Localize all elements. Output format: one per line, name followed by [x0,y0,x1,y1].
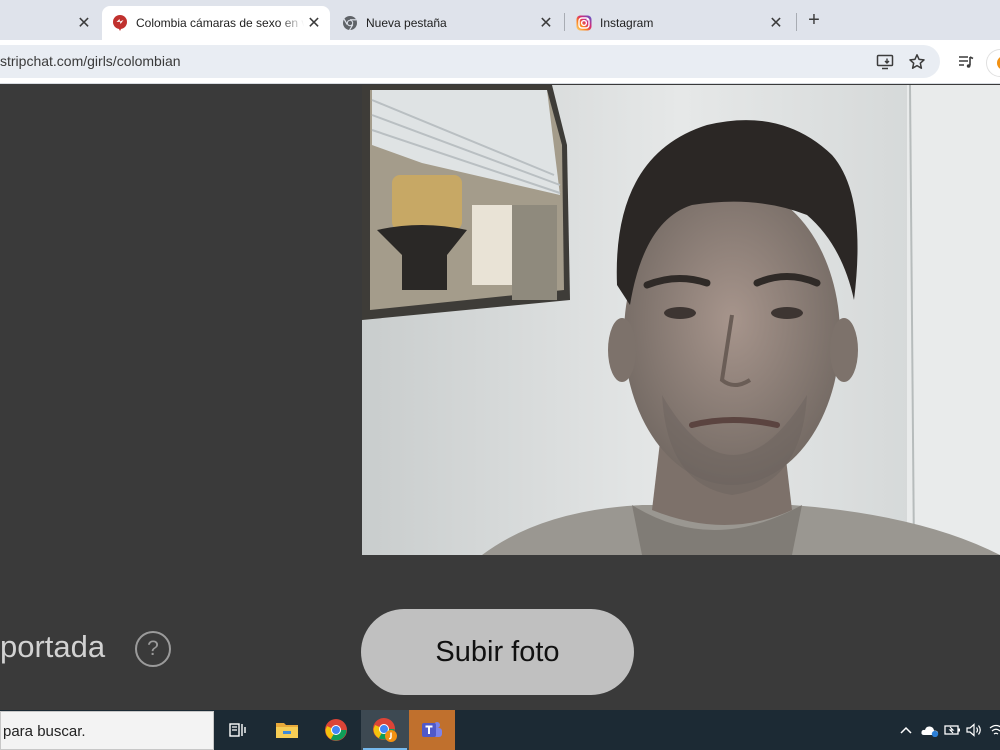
media-queue-icon[interactable] [955,51,977,73]
close-tab-icon[interactable]: ✕ [536,13,556,33]
tab-instagram[interactable]: Instagram ✕ [566,6,792,40]
chrome-profile-taskbar-icon[interactable] [361,710,409,750]
tab-separator [564,13,565,31]
onedrive-icon[interactable] [920,720,940,740]
browser-toolbar: stripchat.com/girls/colombian [0,40,1000,84]
chrome-taskbar-icon[interactable] [312,710,360,750]
close-tab-icon[interactable]: ✕ [766,13,786,33]
address-url[interactable]: stripchat.com/girls/colombian [0,53,181,69]
taskbar-search-placeholder: para buscar. [3,723,86,740]
battery-icon[interactable] [943,720,963,740]
page-content: portada ? Subir foto [0,85,1000,710]
tab-title: Colombia cámaras de sexo en vivo [136,16,304,30]
tab-stripchat[interactable]: Colombia cámaras de sexo en vivo ✕ [102,6,330,40]
upload-photo-button[interactable]: Subir foto [361,609,634,695]
volume-icon[interactable] [965,720,985,740]
tab-new-tab[interactable]: Nueva pestaña ✕ [332,6,562,40]
show-hidden-icons-chevron[interactable] [896,720,916,740]
windows-taskbar: para buscar. [0,710,1000,750]
close-tab-icon[interactable]: ✕ [304,13,324,33]
taskbar-search-box[interactable]: para buscar. [0,711,214,750]
close-tab-icon[interactable]: ✕ [74,13,94,33]
address-bar[interactable]: stripchat.com/girls/colombian [0,45,940,78]
new-tab-button[interactable]: + [802,9,826,31]
teams-icon[interactable] [409,710,455,750]
file-explorer-icon[interactable] [263,710,311,750]
webcam-photo [362,85,1000,555]
tab-previous[interactable]: ✕ [0,6,100,40]
chrome-icon [343,16,357,31]
browser-tab-strip: ✕ Colombia cámaras de sexo en vivo ✕ Nue… [0,0,1000,40]
bookmark-star-icon[interactable] [906,51,928,73]
instagram-icon [576,15,592,31]
wifi-icon[interactable] [986,720,1000,740]
section-title: portada [0,629,106,664]
help-icon[interactable]: ? [135,631,171,667]
tab-separator [796,13,797,31]
tab-title: Instagram [600,16,654,30]
install-app-icon[interactable] [874,51,896,73]
profile-avatar[interactable] [987,50,1000,76]
stripchat-icon [113,15,127,31]
tab-title: Nueva pestaña [366,16,447,30]
task-view-icon[interactable] [214,710,262,750]
webcam-photo-image [362,85,1000,555]
